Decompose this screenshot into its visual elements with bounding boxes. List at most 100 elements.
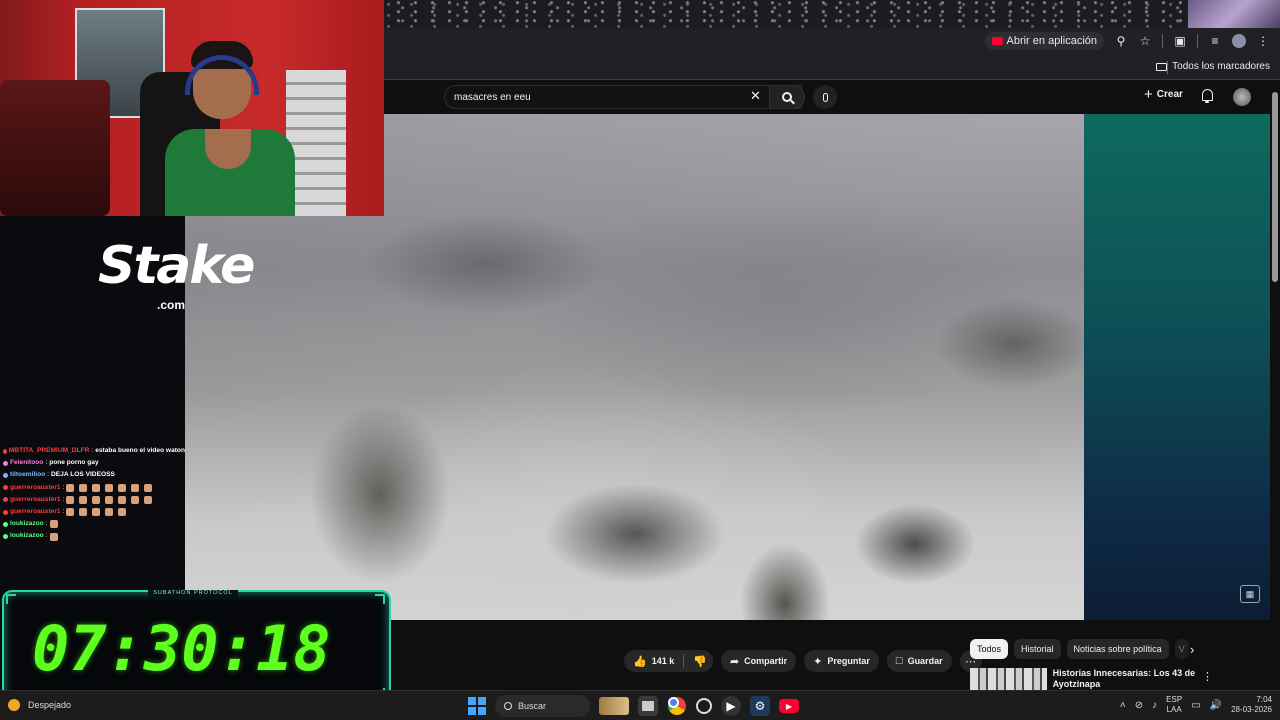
chat-separator: : — [62, 495, 65, 503]
chat-message: guerreroauster1 : — [3, 482, 185, 494]
frame-corner — [375, 594, 385, 604]
input-language[interactable]: ESP LAA — [1166, 695, 1182, 715]
news-widget-icon[interactable] — [599, 697, 629, 715]
steam-icon[interactable]: ⚙ — [750, 696, 770, 716]
like-count[interactable]: 141 k — [652, 656, 675, 666]
chat-separator: : — [91, 447, 94, 454]
webcam-streamer — [165, 41, 295, 216]
taskbar-search[interactable]: Buscar — [495, 695, 590, 717]
menu-kebab-icon[interactable]: ⋮ — [1256, 34, 1270, 48]
bookmark-star-icon[interactable]: ☆ — [1138, 34, 1152, 48]
start-button[interactable] — [468, 697, 486, 715]
create-label: Crear — [1156, 89, 1183, 100]
extensions-icon[interactable]: ▣ — [1173, 34, 1187, 48]
open-in-app-button[interactable]: Abrir en aplicación — [984, 32, 1104, 50]
recommended-video[interactable]: Historias Innecesarias: Los 43 de Ayotzi… — [970, 668, 1200, 690]
ask-button[interactable]: ✦ Preguntar — [804, 650, 879, 672]
chip-all[interactable]: Todos — [970, 639, 1009, 659]
chat-message: tiltoemilioo : DEJA LOS VIDEOSS — [3, 469, 185, 481]
chip-politics-news[interactable]: Noticias sobre política — [1066, 639, 1169, 659]
chat-username[interactable]: Felenitooo — [10, 457, 43, 469]
chat-emote-icon — [131, 495, 140, 504]
chat-emote-icon — [131, 483, 140, 492]
chat-emote-icon — [92, 495, 101, 504]
zoom-icon[interactable]: ⚲ — [1114, 34, 1128, 48]
chrome-icon[interactable] — [667, 696, 687, 716]
voice-search-button[interactable] — [813, 85, 837, 109]
clock-time: 7:04 — [1256, 695, 1272, 704]
volume-icon[interactable]: 🔊 — [1210, 700, 1222, 711]
task-view-icon[interactable] — [638, 696, 658, 716]
account-avatar[interactable] — [1233, 88, 1251, 106]
weather-widget[interactable]: Despejado — [8, 699, 71, 711]
chat-emote-icon — [49, 520, 58, 529]
chat-username[interactable]: MBTITA_PREMIUM_DLFR — [9, 445, 89, 457]
search-button[interactable] — [769, 85, 805, 109]
chevron-up-icon[interactable]: ˄ — [1120, 700, 1126, 711]
reading-list-icon[interactable]: ≡ — [1208, 34, 1222, 48]
chat-emote-icon — [105, 508, 114, 517]
chat-separator: : — [62, 483, 65, 491]
notifications-bell-icon[interactable] — [1201, 89, 1214, 103]
recommended-thumbnail[interactable] — [970, 668, 1047, 690]
chat-badge-icon — [3, 460, 8, 466]
chat-emote-icon — [92, 483, 101, 492]
thumbs-down-icon[interactable]: 👎 — [693, 655, 707, 668]
all-bookmarks-button[interactable]: Todos los marcadores — [1156, 61, 1270, 72]
share-icon: ➦ — [729, 655, 740, 668]
channel-watermark-icon[interactable]: ▦ — [1240, 585, 1260, 603]
ask-label: Preguntar — [827, 656, 870, 666]
chat-username[interactable]: loukizazoo — [10, 518, 44, 530]
wallpaper-strip — [1188, 0, 1280, 28]
clear-search-icon[interactable]: ✕ — [750, 88, 761, 104]
chip-truncated[interactable]: V — [1174, 639, 1189, 659]
chat-username[interactable]: guerreroauster1 — [10, 506, 61, 518]
system-tray: ˄ ⊘ ♪ ESP LAA ▭ 🔊 7:04 28-03-2026 — [1120, 695, 1272, 715]
chat-username[interactable]: loukizazoo — [10, 530, 44, 542]
chevron-right-icon[interactable]: › — [1190, 642, 1194, 657]
chat-message: loukizazoo : — [3, 518, 185, 530]
share-button[interactable]: ➦ Compartir — [720, 650, 797, 672]
chat-emote-icon — [79, 495, 88, 504]
recommended-menu-icon[interactable]: ⋮ — [1202, 670, 1213, 683]
chat-username[interactable]: guerreroauster1 — [10, 494, 61, 506]
chip-history[interactable]: Historial — [1014, 639, 1061, 659]
chat-username[interactable]: tiltoemilioo — [10, 469, 45, 481]
scrollbar-thumb[interactable] — [1272, 92, 1278, 282]
microphone-tray-icon[interactable]: ♪ — [1152, 700, 1157, 711]
chat-emote-icon — [49, 532, 58, 541]
clock[interactable]: 7:04 28-03-2026 — [1231, 695, 1272, 715]
chat-emote-icon — [118, 495, 127, 504]
video-actions: 👍 141 k 👎 ➦ Compartir ✦ Preguntar □ Guar… — [624, 650, 982, 672]
chat-badge-icon — [3, 509, 8, 515]
media-player-icon[interactable]: ▶ — [721, 696, 741, 716]
chat-username[interactable]: guerreroauster1 — [10, 482, 61, 494]
create-button[interactable]: + Crear — [1144, 87, 1183, 102]
youtube-app-icon[interactable]: ▶ — [779, 699, 799, 713]
webcam-couch — [0, 80, 110, 216]
chat-separator: : — [45, 459, 48, 467]
lang-top: ESP — [1166, 695, 1183, 704]
bookmark-icon: □ — [895, 655, 903, 667]
chat-message: MBTITA_PREMIUM_DLFR : estaba bueno el vi… — [3, 445, 185, 457]
chat-badge-icon — [3, 521, 8, 527]
search-icon — [782, 92, 792, 102]
save-button[interactable]: □ Guardar — [886, 650, 952, 672]
profile-avatar[interactable] — [1232, 34, 1246, 48]
search-input[interactable]: masacres en eeu — [444, 85, 802, 109]
chat-separator: : — [47, 471, 50, 479]
chat-message: loukizazoo : — [3, 530, 185, 542]
chat-badge-icon — [3, 473, 8, 478]
sponsor-logo: Stake — [98, 236, 255, 296]
chat-emote-icon — [118, 483, 127, 492]
chat-message: Felenitooo : pone porno gay — [3, 457, 185, 469]
chat-text: DEJA LOS VIDEOSS — [51, 471, 115, 479]
network-off-icon[interactable]: ⊘ — [1135, 700, 1143, 711]
obs-icon[interactable] — [696, 698, 712, 714]
chat-message: guerreroauster1 : — [3, 494, 185, 506]
thumbs-up-icon[interactable]: 👍 — [633, 655, 647, 668]
recommended-title[interactable]: Historias Innecesarias: Los 43 de Ayotzi… — [1053, 668, 1200, 690]
display-icon[interactable]: ▭ — [1191, 700, 1200, 711]
microphone-icon — [822, 92, 828, 102]
chat-badge-icon — [3, 534, 8, 540]
